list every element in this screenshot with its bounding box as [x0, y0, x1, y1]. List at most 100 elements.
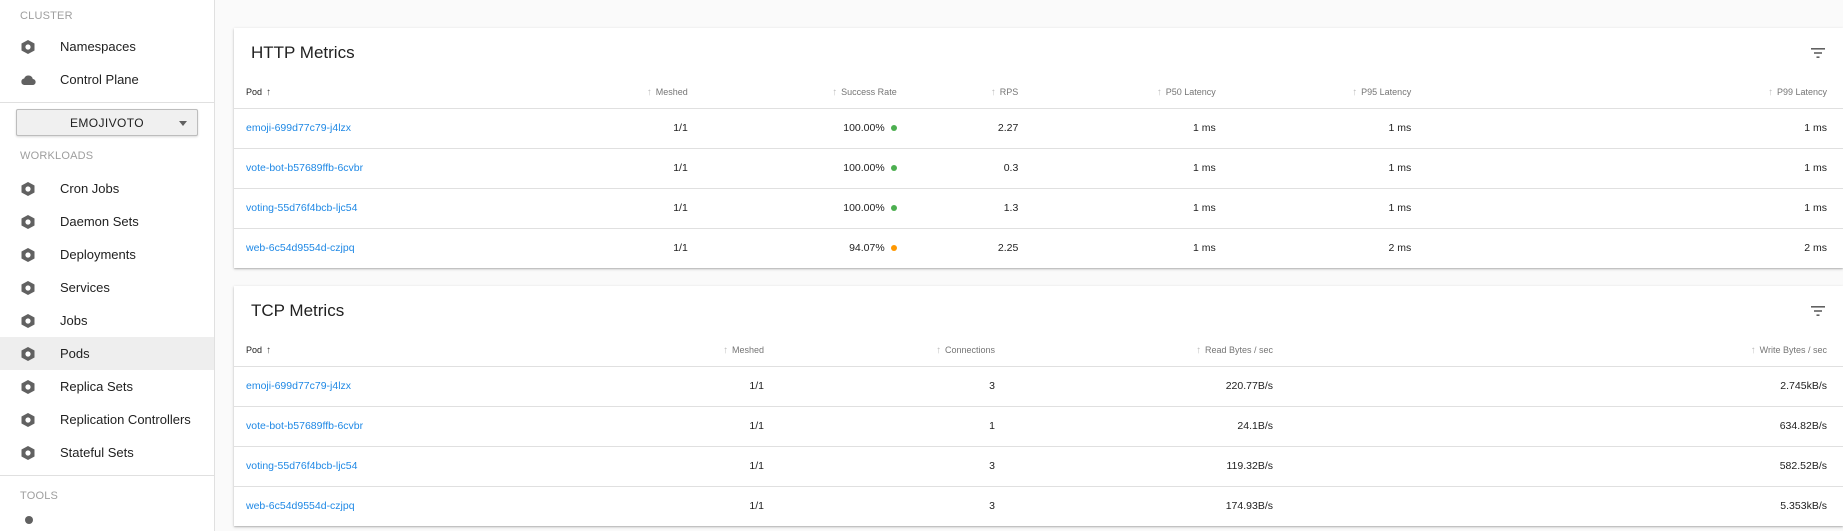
column-header-write-bytes-sec[interactable]: ↑ Write Bytes / sec	[1289, 336, 1843, 367]
success-value: 100.00%	[843, 122, 885, 134]
column-header-read-bytes-sec[interactable]: ↑ Read Bytes / sec	[1011, 336, 1289, 367]
column-header-success-rate[interactable]: ↑ Success Rate	[703, 78, 913, 109]
p50-value: 1 ms	[1193, 122, 1216, 134]
rps-value: 1.3	[1003, 202, 1019, 214]
cell-connections: 3	[780, 486, 1011, 526]
http-metrics-title: HTTP Metrics	[251, 43, 355, 62]
cell-rps: 1.3	[912, 188, 1035, 229]
cluster-section-header: CLUSTER	[20, 10, 73, 22]
cell-rps: 0.3	[912, 148, 1035, 189]
column-header-meshed[interactable]: ↑ Meshed	[535, 78, 704, 109]
cell-meshed: 1/1	[535, 148, 704, 189]
tcp-metrics-card: TCP Metrics Pod ↑ ↑ Meshed ↑ Connections ↑ Read…	[234, 286, 1843, 526]
sidebar-item-label: Stateful Sets	[60, 445, 134, 460]
meshed-value: 1/1	[673, 162, 688, 174]
sidebar-item-label: Pods	[60, 346, 90, 361]
column-header-p95-latency[interactable]: ↑ P95 Latency	[1231, 78, 1428, 109]
tools-section-header: TOOLS	[20, 490, 59, 502]
column-header-p50-latency[interactable]: ↑ P50 Latency	[1034, 78, 1232, 109]
cell-read: 24.1B/s	[1011, 406, 1289, 447]
success-value: 100.00%	[843, 202, 885, 214]
column-header-label: Read Bytes / sec	[1204, 345, 1273, 356]
sidebar-item-replica-sets[interactable]: Replica Sets	[0, 370, 214, 403]
sort-arrow-icon: ↑	[1156, 87, 1162, 99]
table-row: vote-bot-b57689ffb-6cvbr 1/1 100.00% 0.3 1 m…	[234, 148, 1843, 189]
table-row: web-6c54d9554d-czjpq 1/1 94.07% 2.25 1 ms 2 m…	[234, 228, 1843, 268]
pod-link[interactable]: emoji-699d77c79-j4lzx	[246, 122, 351, 134]
sidebar-item-namespaces[interactable]: Namespaces	[0, 30, 214, 63]
column-header-label: Pod	[246, 87, 263, 98]
deployments-icon	[20, 247, 36, 263]
column-header-label: RPS	[999, 87, 1019, 98]
cell-meshed: 1/1	[524, 486, 780, 526]
meshed-value: 1/1	[673, 242, 688, 255]
sidebar-item-control-plane[interactable]: Control Plane	[0, 63, 214, 96]
pod-link[interactable]: voting-55d76f4bcb-ljc54	[246, 202, 358, 214]
column-header-label: Connections	[944, 345, 995, 356]
sort-arrow-icon: ↑	[990, 87, 996, 99]
status-dot-icon	[890, 165, 897, 172]
cell-write: 2.745kB/s	[1289, 366, 1843, 407]
sort-arrow-icon: ↑	[266, 345, 272, 357]
meshed-value: 1/1	[673, 122, 688, 134]
cell-rps: 2.27	[912, 108, 1035, 149]
status-dot-icon	[890, 205, 897, 212]
sidebar-item-jobs[interactable]: Jobs	[0, 304, 214, 337]
p95-value: 1 ms	[1388, 122, 1412, 134]
table-row: voting-55d76f4bcb-ljc54 1/1 100.00% 1.3 1 ms…	[234, 188, 1843, 229]
sort-arrow-icon: ↑	[1767, 87, 1773, 99]
namespace-select[interactable]: EMOJIVOTO	[16, 109, 198, 136]
column-header-rps[interactable]: ↑ RPS	[912, 78, 1035, 109]
cell-p95: 1 ms	[1231, 108, 1428, 149]
pod-link[interactable]: emoji-699d77c79-j4lzx	[246, 380, 351, 392]
pod-link[interactable]: web-6c54d9554d-czjpq	[246, 500, 355, 512]
filter-icon[interactable]	[1809, 44, 1827, 62]
pod-link[interactable]: vote-bot-b57689ffb-6cvbr	[246, 162, 363, 174]
p99-value: 1 ms	[1804, 162, 1827, 174]
column-header-label: P50 Latency	[1165, 87, 1216, 98]
cell-meshed: 1/1	[524, 446, 780, 487]
sidebar-item-replication-controllers[interactable]: Replication Controllers	[0, 403, 214, 436]
cell-p50: 1 ms	[1034, 148, 1232, 189]
column-header-meshed[interactable]: ↑ Meshed	[524, 336, 780, 367]
sidebar-item-cron-jobs[interactable]: Cron Jobs	[0, 172, 214, 205]
sidebar-item-stateful-sets[interactable]: Stateful Sets	[0, 436, 214, 469]
success-value: 94.07%	[849, 242, 885, 255]
tap-icon	[25, 516, 33, 524]
cell-meshed: 1/1	[535, 108, 704, 149]
meshed-value: 1/1	[749, 460, 764, 472]
replica-sets-icon	[20, 379, 36, 395]
cell-write: 582.52B/s	[1289, 446, 1843, 487]
pod-link[interactable]: voting-55d76f4bcb-ljc54	[246, 460, 358, 472]
sort-arrow-icon: ↑	[266, 87, 272, 99]
sort-arrow-icon: ↑	[1352, 87, 1358, 99]
filter-icon[interactable]	[1809, 302, 1827, 320]
cell-pod: voting-55d76f4bcb-ljc54	[234, 446, 524, 487]
column-header-p99-latency[interactable]: ↑ P99 Latency	[1427, 78, 1843, 109]
connections-value: 3	[989, 500, 995, 513]
replication-controllers-icon	[20, 412, 36, 428]
cell-write: 5.353kB/s	[1289, 486, 1843, 526]
cell-pod: emoji-699d77c79-j4lzx	[234, 366, 524, 407]
column-header-pod[interactable]: Pod ↑	[234, 336, 524, 367]
sidebar-divider	[0, 102, 214, 103]
sidebar-item-daemon-sets[interactable]: Daemon Sets	[0, 205, 214, 238]
column-header-pod[interactable]: Pod ↑	[234, 78, 536, 109]
sidebar-item-pods[interactable]: Pods	[0, 337, 214, 370]
workloads-section-header: WORKLOADS	[20, 150, 94, 162]
column-header-connections[interactable]: ↑ Connections	[780, 336, 1011, 367]
cell-meshed: 1/1	[524, 366, 780, 407]
cell-pod: web-6c54d9554d-czjpq	[234, 486, 524, 526]
sidebar-item-deployments[interactable]: Deployments	[0, 238, 214, 271]
write-value: 634.82B/s	[1779, 420, 1827, 432]
sidebar-divider	[0, 475, 214, 476]
cell-rps: 2.25	[913, 228, 1035, 268]
pod-link[interactable]: web-6c54d9554d-czjpq	[246, 242, 355, 254]
cell-p50: 1 ms	[1034, 228, 1231, 268]
sidebar-item-services[interactable]: Services	[0, 271, 214, 304]
pod-link[interactable]: vote-bot-b57689ffb-6cvbr	[246, 420, 363, 432]
column-header-label: Pod	[246, 345, 263, 356]
table-row: emoji-699d77c79-j4lzx 1/1 100.00% 2.27 1 ms 1…	[234, 108, 1843, 149]
tools-item-partial[interactable]	[0, 512, 214, 531]
p95-value: 1 ms	[1388, 202, 1412, 214]
